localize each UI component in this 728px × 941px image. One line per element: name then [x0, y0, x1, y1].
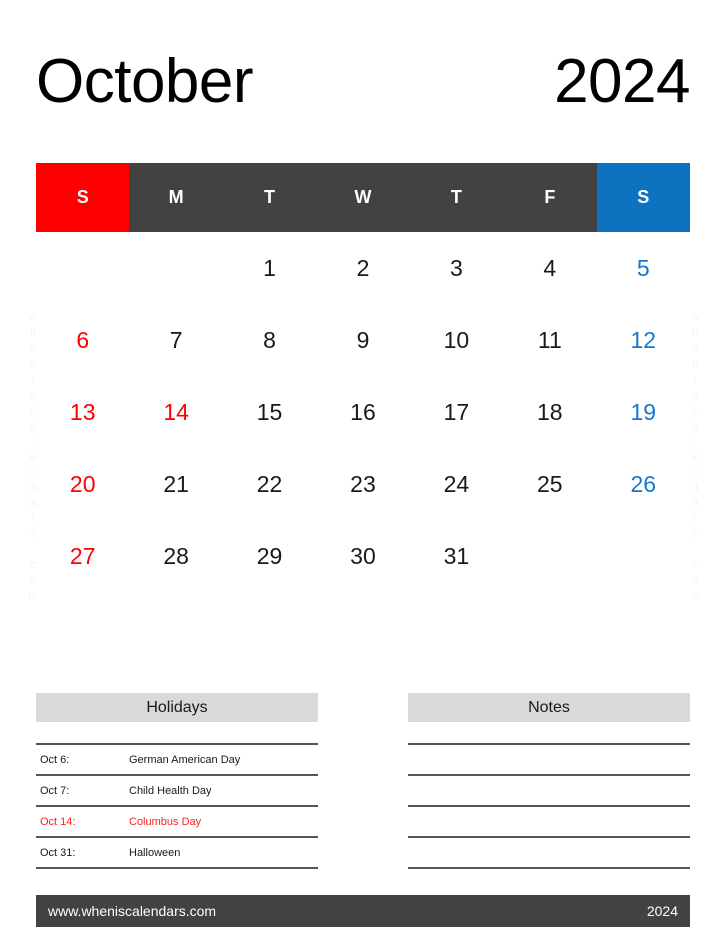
holidays-panel: Holidays Oct 6: German American Day Oct 7:…: [36, 693, 318, 900]
day-cell-10[interactable]: 10: [410, 304, 503, 376]
day-cell-empty: [129, 232, 222, 304]
day-cell-28[interactable]: 28: [129, 520, 222, 592]
day-of-week-header-5: F: [503, 163, 597, 232]
day-cell-22[interactable]: 22: [223, 448, 316, 520]
page-title: October 2024: [36, 42, 690, 122]
holiday-name: German American Day: [129, 753, 241, 766]
day-cell-21[interactable]: 21: [129, 448, 222, 520]
day-cell-16[interactable]: 16: [316, 376, 409, 448]
day-cell-empty: [36, 232, 129, 304]
day-cell-31[interactable]: 31: [410, 520, 503, 592]
day-of-week-header-0: S: [36, 163, 130, 232]
day-cell-1[interactable]: 1: [223, 232, 316, 304]
day-cell-26[interactable]: 26: [597, 448, 690, 520]
holiday-name: Halloween: [129, 846, 181, 859]
calendar-grid: SMTWTFS 1 2 3 4 5 6 7 8 9 10 11 12 13 14 15 16 17 18 19 20 2…: [36, 163, 690, 592]
day-cell-12[interactable]: 12: [597, 304, 690, 376]
day-cell-empty: [503, 520, 596, 592]
day-cell-27[interactable]: 27: [36, 520, 129, 592]
calendar-weeks: 1 2 3 4 5 6 7 8 9 10 11 12 13 14 15 16 17 18 19 20 21 22 23 24 2…: [36, 232, 690, 592]
bottom-panels: Holidays Oct 6: German American Day Oct 7:…: [36, 693, 690, 900]
day-cell-4[interactable]: 4: [503, 232, 596, 304]
holiday-date: Oct 14:: [40, 815, 76, 828]
notes-list: [408, 743, 690, 900]
day-cell-25[interactable]: 25: [503, 448, 596, 520]
calendar-week-row: 12345: [36, 232, 690, 304]
holiday-name: Child Health Day: [129, 784, 212, 797]
calendar-page: October 2024 wheniscalendars.com whenisc…: [0, 0, 728, 941]
day-cell-24[interactable]: 24: [410, 448, 503, 520]
footer-year: 2024: [646, 903, 678, 919]
note-row[interactable]: [408, 807, 690, 836]
holidays-heading: Holidays: [36, 693, 318, 722]
day-cell-empty: [597, 520, 690, 592]
day-cell-14[interactable]: 14: [129, 376, 222, 448]
holiday-date: Oct 31:: [40, 846, 76, 859]
note-row[interactable]: [408, 776, 690, 805]
day-of-week-header-4: T: [409, 163, 504, 232]
day-of-week-header-1: M: [129, 163, 223, 232]
day-cell-6[interactable]: 6: [36, 304, 129, 376]
holiday-row: Oct 31: Halloween: [36, 838, 318, 867]
notes-heading: Notes: [408, 693, 690, 722]
day-cell-11[interactable]: 11: [503, 304, 596, 376]
calendar-week-row: 13 14 15 16 17 18 19: [36, 376, 690, 448]
notes-panel: Notes: [408, 693, 690, 900]
day-cell-8[interactable]: 8: [223, 304, 316, 376]
holiday-rule: [36, 867, 318, 869]
calendar-week-row: 20 21 22 23 24 25 26: [36, 448, 690, 520]
title-year: 2024: [554, 47, 690, 116]
day-of-week-header-2: T: [222, 163, 317, 232]
holiday-row: Oct 6: German American Day: [36, 745, 318, 774]
day-cell-18[interactable]: 18: [503, 376, 596, 448]
day-cell-5[interactable]: 5: [597, 232, 690, 304]
day-cell-30[interactable]: 30: [316, 520, 409, 592]
day-of-week-header-6: S: [596, 163, 690, 232]
day-cell-20[interactable]: 20: [36, 448, 129, 520]
holiday-date: Oct 7:: [40, 784, 70, 797]
holiday-date: Oct 6:: [40, 753, 70, 766]
note-row[interactable]: [408, 745, 690, 774]
note-row[interactable]: [408, 869, 690, 898]
day-cell-2[interactable]: 2: [316, 232, 409, 304]
day-of-week-header-row: SMTWTFS: [36, 163, 690, 232]
holiday-row: Oct 14: Columbus Day: [36, 807, 318, 836]
day-cell-17[interactable]: 17: [410, 376, 503, 448]
day-of-week-header-3: W: [316, 163, 410, 232]
holiday-name: Columbus Day: [129, 815, 202, 828]
day-cell-19[interactable]: 19: [597, 376, 690, 448]
day-cell-9[interactable]: 9: [316, 304, 409, 376]
footer-bar: www.wheniscalendars.com 2024: [36, 895, 690, 927]
note-row[interactable]: [408, 838, 690, 867]
day-cell-13[interactable]: 13: [36, 376, 129, 448]
day-cell-15[interactable]: 15: [223, 376, 316, 448]
title-month: October: [36, 47, 254, 116]
holiday-row: Oct 7: Child Health Day: [36, 776, 318, 805]
day-cell-7[interactable]: 7: [129, 304, 222, 376]
day-cell-23[interactable]: 23: [316, 448, 409, 520]
holidays-list: Oct 6: German American Day Oct 7: Child Hea…: [36, 743, 318, 869]
calendar-week-row: 27 28 29 30 31: [36, 520, 690, 592]
day-cell-3[interactable]: 3: [410, 232, 503, 304]
calendar-week-row: 6 7 8 9 10 11 12: [36, 304, 690, 376]
day-cell-29[interactable]: 29: [223, 520, 316, 592]
footer-website[interactable]: www.wheniscalendars.com: [48, 903, 216, 919]
